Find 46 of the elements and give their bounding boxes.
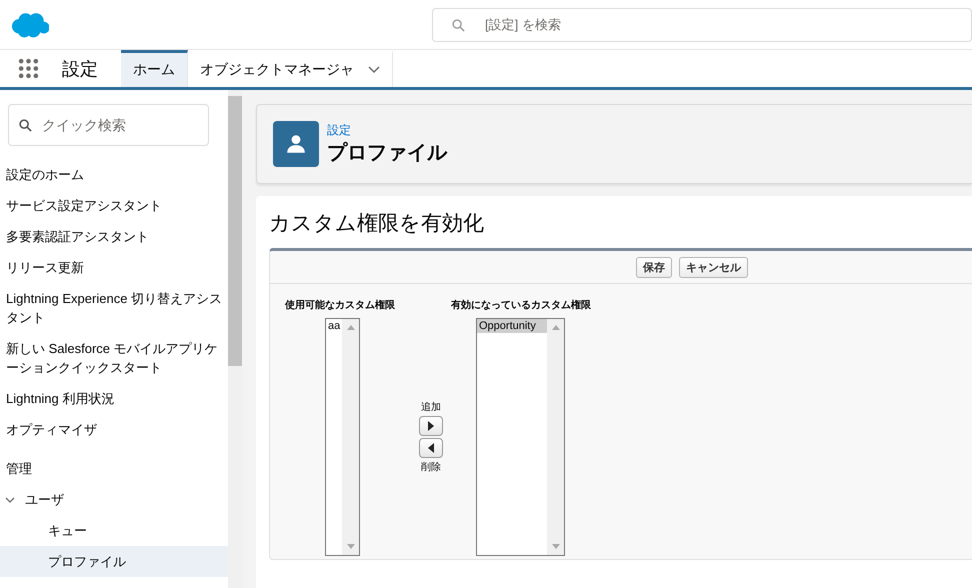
list-label: 有効になっているカスタム権限 bbox=[451, 298, 592, 312]
list-label: 使用可能なカスタム権限 bbox=[285, 298, 396, 312]
sidebar-item[interactable]: プロファイル bbox=[0, 546, 228, 577]
search-field[interactable]: [設定] を検索 bbox=[432, 8, 972, 42]
scroll-down-icon[interactable] bbox=[552, 544, 560, 549]
search-icon bbox=[452, 18, 465, 32]
user-icon bbox=[273, 121, 319, 167]
chevron-down-icon[interactable] bbox=[368, 66, 380, 74]
sidebar-item[interactable]: Lightning 利用状況 bbox=[0, 383, 228, 414]
sidebar-item[interactable]: ユーザ bbox=[0, 484, 228, 515]
section-title: カスタム権限を有効化 bbox=[269, 211, 485, 237]
chevron-icon[interactable] bbox=[5, 494, 15, 504]
right-arrow-icon bbox=[428, 421, 434, 431]
sidebar-item[interactable]: 設定のホーム bbox=[0, 159, 228, 190]
remove-button[interactable] bbox=[419, 438, 443, 458]
app-name: 設定 bbox=[62, 58, 98, 80]
sidebar-item[interactable]: オプティマイザ bbox=[0, 414, 228, 445]
action-button[interactable]: キャンセル bbox=[679, 257, 748, 278]
sidebar-item[interactable]: Lightning Experience 切り替えアシスタント bbox=[0, 283, 228, 333]
section-heading: 管理 bbox=[5, 460, 33, 478]
left-arrow-icon bbox=[428, 443, 434, 453]
scroll-up-icon[interactable] bbox=[346, 325, 355, 330]
nav-tab[interactable]: ホーム bbox=[121, 50, 188, 87]
nav-tab[interactable]: オブジェクトマネージャ bbox=[188, 50, 393, 87]
add-button[interactable] bbox=[419, 416, 443, 436]
page-title: プロファイル bbox=[327, 140, 447, 166]
sidebar-item[interactable]: サービス設定アシスタント bbox=[0, 190, 228, 221]
scrollbar[interactable] bbox=[547, 319, 564, 555]
scrollbar[interactable] bbox=[342, 319, 359, 555]
quick-search-field[interactable]: クイック検索 bbox=[8, 104, 209, 146]
list-box[interactable]: Opportunity bbox=[476, 318, 565, 556]
remove-label: 削除 bbox=[421, 460, 441, 474]
action-button[interactable]: 保存 bbox=[636, 257, 672, 278]
sidebar-item[interactable]: キュー bbox=[0, 515, 228, 546]
list-option[interactable]: Opportunity bbox=[477, 319, 547, 333]
scroll-up-icon[interactable] bbox=[552, 325, 560, 330]
sidebar-item[interactable]: 新しい Salesforce モバイルアプリケーションクイックスタート bbox=[0, 333, 228, 383]
search-icon bbox=[19, 119, 32, 132]
scroll-down-icon[interactable] bbox=[346, 544, 355, 549]
app-launcher-icon[interactable] bbox=[18, 58, 39, 79]
list-box[interactable]: aa bbox=[325, 318, 360, 556]
add-label: 追加 bbox=[421, 400, 441, 414]
breadcrumb-link[interactable]: 設定 bbox=[327, 122, 447, 139]
list-option[interactable]: aa bbox=[326, 319, 342, 333]
sidebar-item[interactable]: 多要素認証アシスタント bbox=[0, 221, 228, 252]
sidebar-item[interactable]: リリース更新 bbox=[0, 252, 228, 283]
